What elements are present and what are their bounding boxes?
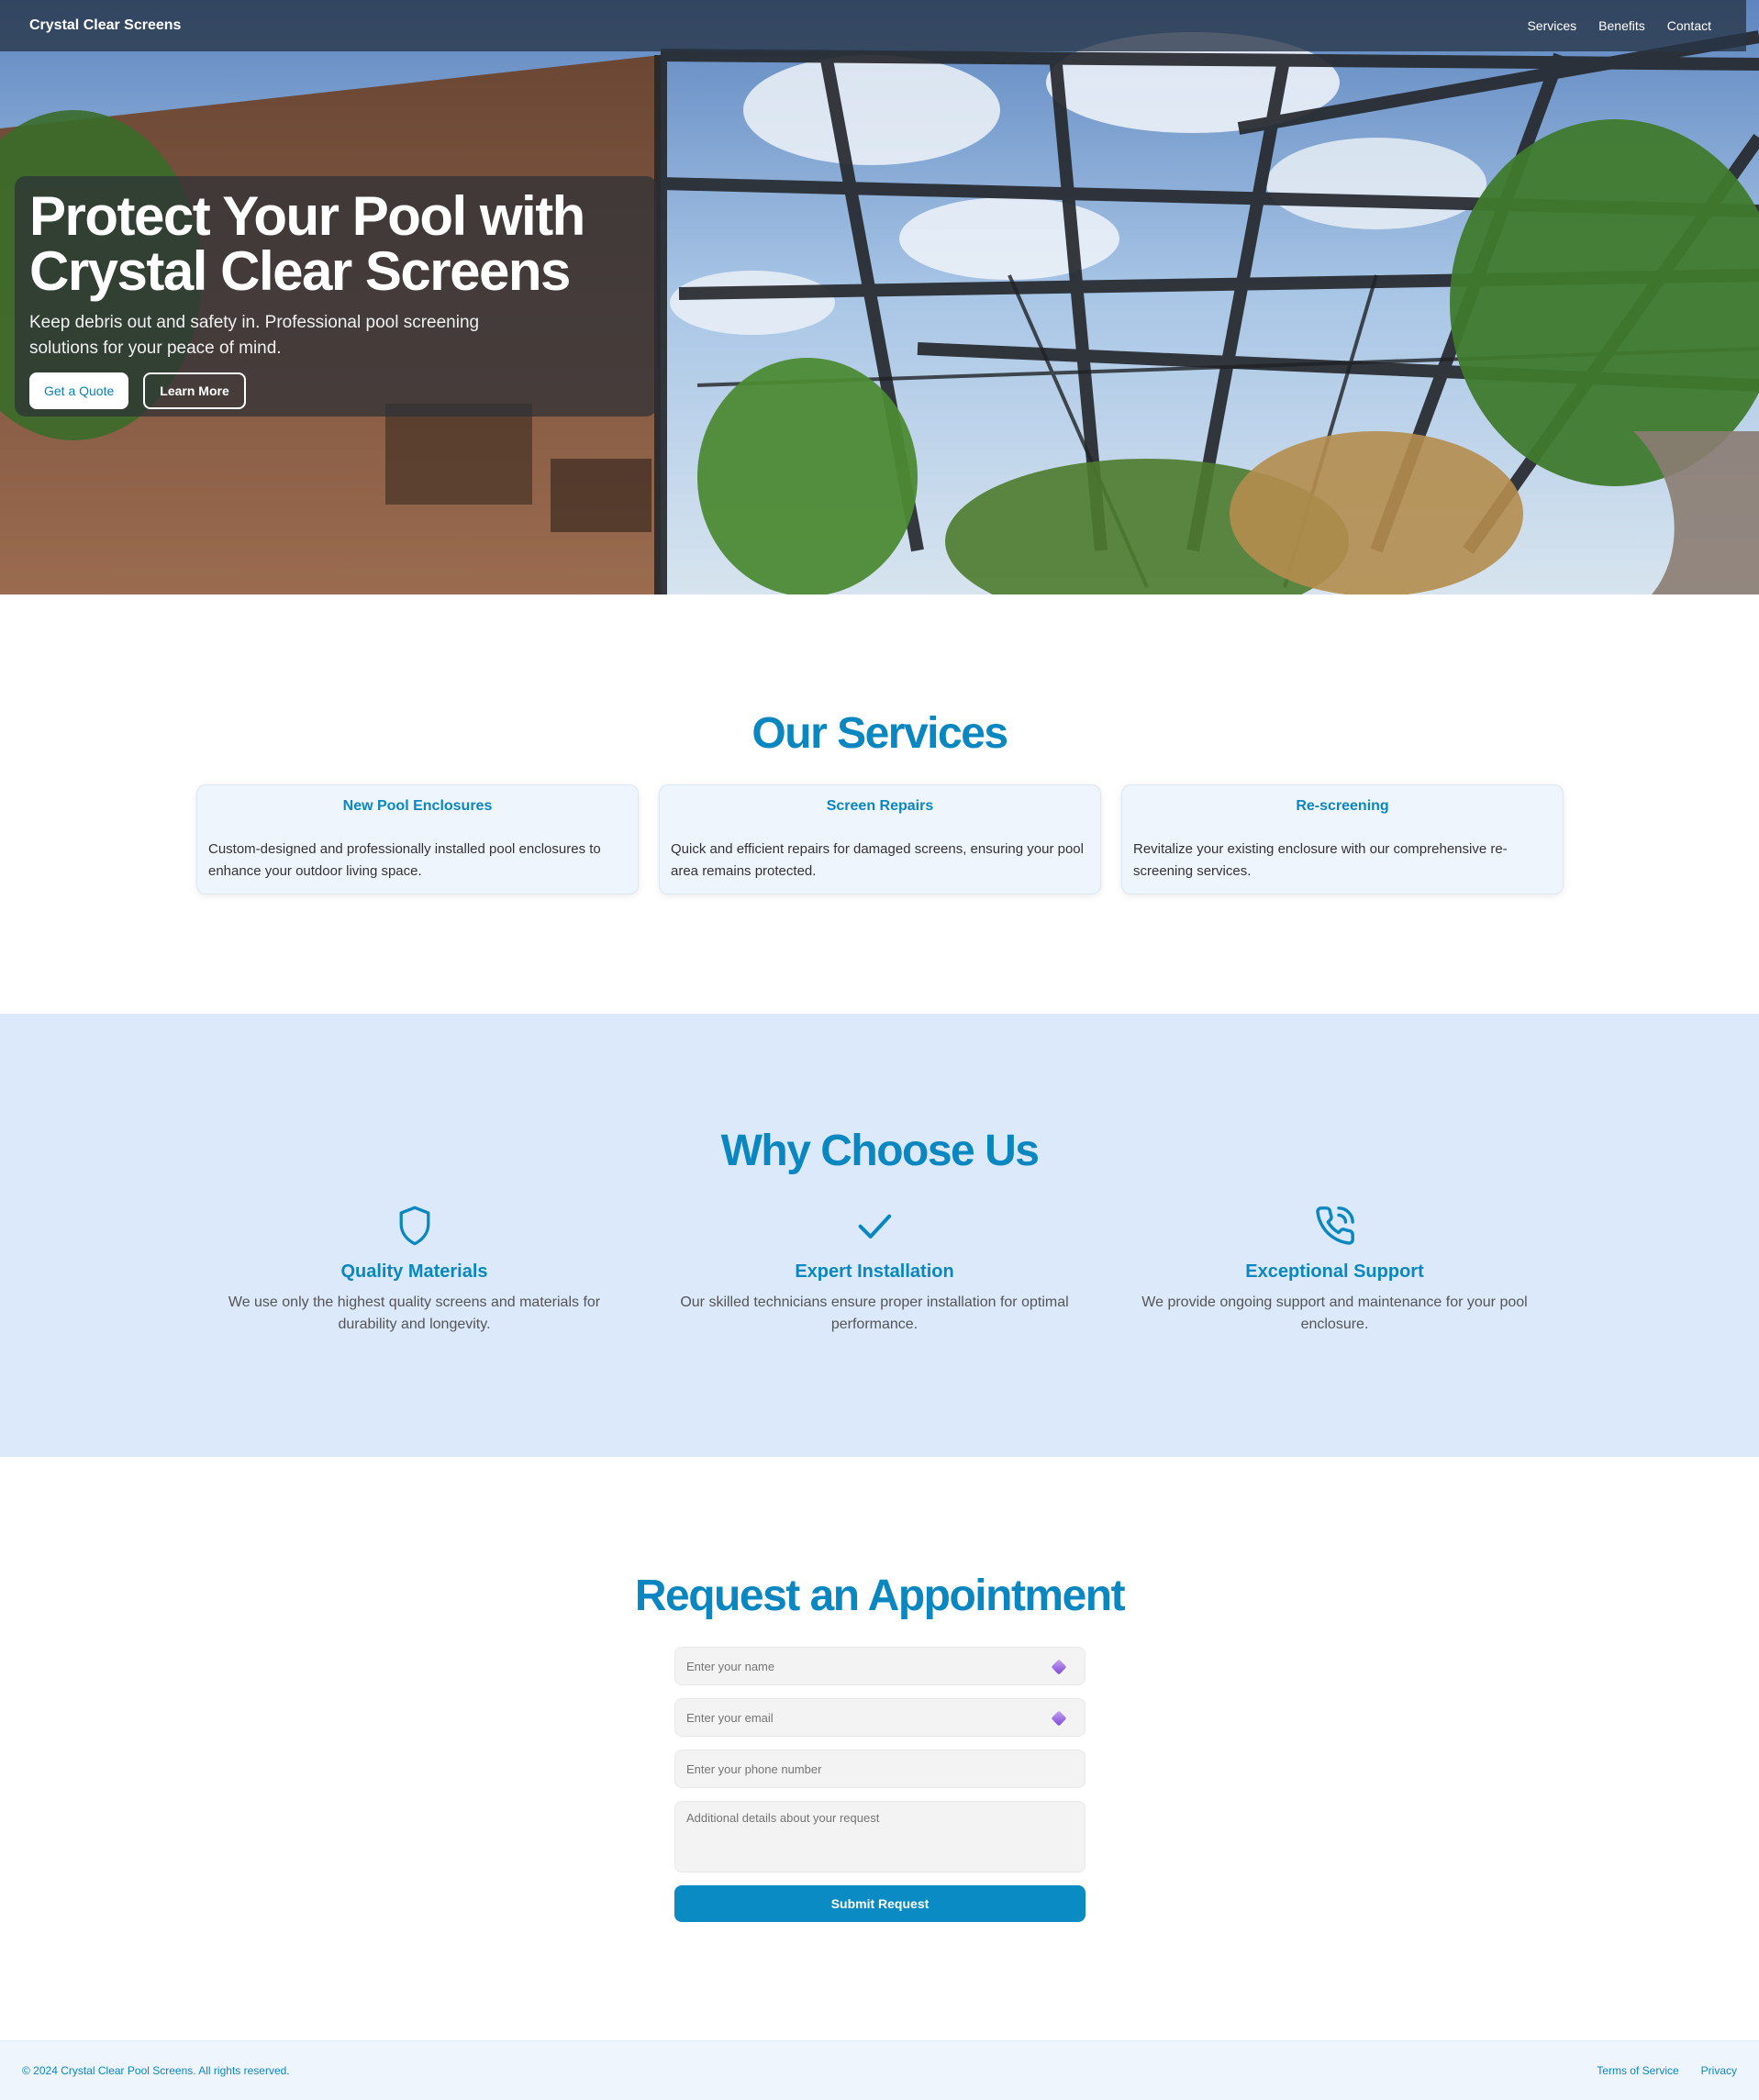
feature-support: Exceptional Support We provide ongoing s… [1117, 1203, 1553, 1336]
feature-installation: Expert Installation Our skilled technici… [652, 1203, 1097, 1336]
learn-more-button[interactable]: Learn More [143, 372, 246, 409]
footer-copyright: © 2024 Crystal Clear Pool Screens. All r… [22, 2064, 290, 2077]
nav-link-services[interactable]: Services [1527, 18, 1576, 33]
phone-field-wrapper [674, 1750, 1085, 1788]
nav-link-benefits[interactable]: Benefits [1598, 18, 1645, 33]
why-section: Why Choose Us Quality Materials We use o… [0, 1014, 1759, 1457]
appointment-section: Request an Appointment Submit Request [0, 1457, 1759, 2040]
nav-links: Services Benefits Contact [1527, 18, 1711, 33]
feature-text: We use only the highest quality screens … [228, 1294, 601, 1332]
top-nav: Crystal Clear Screens Services Benefits … [0, 0, 1746, 51]
feature-title: Expert Installation [795, 1261, 954, 1282]
service-card-screen-repairs: Screen Repairs Quick and efficient repai… [659, 784, 1101, 894]
service-card-rescreening: Re-screening Revitalize your existing en… [1121, 784, 1564, 894]
why-title: Why Choose Us [720, 1127, 1040, 1175]
feature-title: Exceptional Support [1245, 1261, 1424, 1282]
service-card-text: Quick and efficient repairs for damaged … [671, 841, 1084, 879]
service-card-text: Revitalize your existing enclosure with … [1133, 841, 1508, 879]
feature-title: Quality Materials [340, 1261, 488, 1282]
hero-title-line1: Protect Your Pool with [29, 185, 585, 247]
footer-link-privacy[interactable]: Privacy [1701, 2064, 1737, 2077]
hero-card: Protect Your Pool with Crystal Clear Scr… [15, 176, 657, 417]
shield-icon [196, 1203, 632, 1249]
get-quote-button[interactable]: Get a Quote [29, 372, 129, 409]
hero-title: Protect Your Pool with Crystal Clear Scr… [29, 189, 642, 299]
email-field-wrapper [674, 1698, 1085, 1737]
service-card-title: Re-screening [1296, 798, 1389, 814]
autofill-gem-icon[interactable] [1050, 1658, 1068, 1676]
autofill-gem-icon[interactable] [1050, 1709, 1068, 1728]
service-cards: New Pool Enclosures Custom-designed and … [196, 784, 1564, 894]
hero-subtitle: Keep debris out and safety in. Professio… [29, 313, 480, 358]
submit-request-button[interactable]: Submit Request [674, 1885, 1085, 1922]
phone-icon [1117, 1203, 1553, 1249]
appointment-title: Request an Appointment [634, 1572, 1126, 1620]
feature-text: Our skilled technicians ensure proper in… [680, 1294, 1069, 1332]
footer-links: Terms of Service Privacy [1597, 2064, 1737, 2077]
service-card-new-enclosures: New Pool Enclosures Custom-designed and … [196, 784, 639, 894]
service-card-text: Custom-designed and professionally insta… [208, 841, 601, 879]
brand-logo[interactable]: Crystal Clear Screens [29, 17, 181, 34]
hero-section: Crystal Clear Screens Services Benefits … [0, 0, 1759, 594]
appointment-form: Submit Request [674, 1647, 1085, 1922]
footer-link-terms[interactable]: Terms of Service [1597, 2064, 1678, 2077]
services-title: Our Services [751, 709, 1008, 758]
phone-input[interactable] [675, 1750, 1085, 1787]
details-textarea[interactable] [675, 1802, 1085, 1872]
footer: © 2024 Crystal Clear Pool Screens. All r… [0, 2040, 1759, 2100]
feature-list: Quality Materials We use only the highes… [196, 1203, 1553, 1336]
feature-quality: Quality Materials We use only the highes… [196, 1203, 632, 1336]
service-card-title: New Pool Enclosures [342, 798, 493, 814]
email-input[interactable] [675, 1699, 1085, 1736]
services-section: Our Services New Pool Enclosures Custom-… [0, 594, 1759, 1014]
service-card-title: Screen Repairs [826, 798, 934, 814]
name-field-wrapper [674, 1647, 1085, 1685]
check-icon [652, 1203, 1097, 1249]
nav-link-contact[interactable]: Contact [1667, 18, 1711, 33]
name-input[interactable] [675, 1648, 1085, 1684]
hero-buttons: Get a Quote Learn More [29, 372, 642, 409]
details-field-wrapper [674, 1801, 1085, 1872]
feature-text: We provide ongoing support and maintenan… [1141, 1294, 1528, 1332]
hero-title-line2: Crystal Clear Screens [29, 240, 571, 302]
